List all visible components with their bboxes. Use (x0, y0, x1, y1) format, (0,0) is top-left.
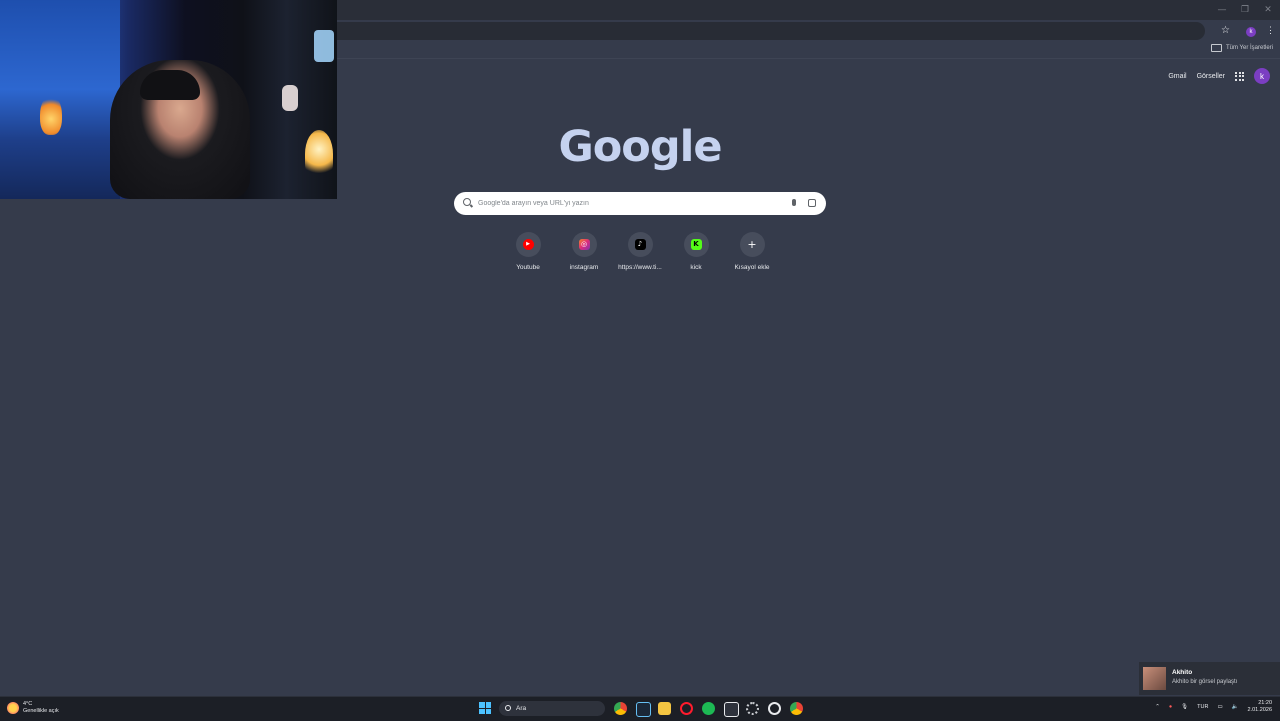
shortcut-tiktok[interactable]: ♪ https://www.ti... (612, 232, 668, 271)
images-link[interactable]: Görseller (1197, 73, 1225, 80)
webcam-lamp (305, 130, 333, 178)
microphone-icon[interactable]: 🎙 (1181, 704, 1188, 710)
shortcut-instagram[interactable]: ◎ instagram (556, 232, 612, 271)
taskbar: 4°C Genellikle açık Ara ⌃ ● 🎙 TUR ▭ 🔈 21… (0, 696, 1280, 721)
notification-toast[interactable]: Akhito Akhito bir görsel paylaştı (1139, 662, 1280, 695)
shortcut-label: instagram (569, 264, 599, 271)
search-icon (505, 705, 511, 711)
gmail-link[interactable]: Gmail (1168, 73, 1186, 80)
shortcut-label: https://www.ti... (618, 264, 662, 271)
clock-time: 21:20 (1258, 700, 1272, 706)
taskbar-search[interactable]: Ara (499, 701, 605, 716)
weather-icon (7, 702, 19, 714)
weather-desc: Genellikle açık (23, 708, 59, 714)
shortcut-tile: ▶ (515, 232, 541, 257)
instagram-icon: ◎ (578, 239, 590, 250)
account-avatar[interactable]: k (1254, 68, 1270, 84)
shortcut-label: Kısayol ekle (734, 264, 770, 271)
google-logo: Google (558, 122, 722, 172)
menu-kebab-icon[interactable]: ⋮ (1266, 25, 1275, 36)
close-icon[interactable]: ✕ (1261, 3, 1275, 17)
steam-icon[interactable] (636, 702, 651, 717)
google-lens-icon[interactable] (808, 199, 816, 207)
google-apps-icon[interactable] (1235, 71, 1244, 81)
taskbar-search-label: Ara (516, 705, 527, 712)
shortcut-kick[interactable]: K kick (668, 232, 724, 271)
clock-date: 2.01.2026 (1247, 707, 1272, 713)
shortcut-tile: ◎ (571, 232, 597, 257)
tiktok-icon: ♪ (634, 239, 646, 250)
webcam-campfire (40, 95, 62, 135)
opera-icon[interactable] (680, 702, 693, 715)
spotify-icon[interactable] (702, 702, 715, 715)
weather-temp: 4°C (23, 701, 33, 707)
shortcut-tile: K (683, 232, 709, 257)
chevron-up-icon[interactable]: ⌃ (1155, 704, 1160, 710)
shortcut-tile: + (739, 232, 765, 257)
youtube-icon: ▶ (522, 239, 534, 250)
search-box[interactable] (454, 192, 826, 215)
kick-icon: K (690, 239, 702, 250)
system-tray: ⌃ ● 🎙 TUR ▭ 🔈 21:20 2.01.2026 (1155, 700, 1272, 714)
shortcut-youtube[interactable]: ▶ Youtube (500, 232, 556, 271)
app-window-icon[interactable] (724, 702, 739, 717)
webcam-person-hair (140, 70, 200, 100)
address-bar[interactable] (300, 22, 1205, 40)
notification-title: Akhito (1172, 669, 1193, 676)
shortcut-label: kick (690, 264, 702, 271)
webcam-figurine (282, 85, 298, 111)
profile-avatar[interactable]: k (1246, 27, 1256, 37)
restore-icon[interactable]: ❐ (1238, 3, 1252, 17)
webcam-background-art (0, 0, 120, 199)
shortcut-add[interactable]: + Kısayol ekle (724, 232, 780, 271)
search-icon (463, 198, 471, 206)
add-icon: + (747, 238, 757, 251)
volume-icon[interactable]: 🔈 (1232, 704, 1239, 710)
file-explorer-icon[interactable] (658, 702, 671, 715)
chrome-icon[interactable] (614, 702, 627, 715)
start-button[interactable] (479, 702, 491, 714)
shortcut-tile: ♪ (627, 232, 653, 257)
language-indicator[interactable]: TUR (1197, 704, 1208, 710)
tray-app-icon[interactable]: ● (1169, 704, 1172, 710)
settings-icon[interactable] (746, 702, 759, 715)
obs-icon[interactable] (768, 702, 781, 715)
microphone-icon[interactable] (792, 199, 796, 206)
notification-thumbnail (1143, 667, 1166, 690)
clock[interactable]: 21:20 2.01.2026 (1248, 700, 1272, 714)
weather-text: 4°C Genellikle açık (23, 701, 59, 715)
search-input[interactable] (478, 197, 778, 210)
all-bookmarks-label: Tüm Yer İşaretleri (1225, 45, 1273, 51)
chrome-profile-icon[interactable] (790, 702, 803, 715)
shortcut-label: Youtube (516, 264, 540, 271)
notification-text: Akhito bir görsel paylaştı (1172, 679, 1238, 685)
bookmark-star-icon[interactable]: ☆ (1221, 25, 1230, 36)
all-bookmarks-button[interactable]: Tüm Yer İşaretleri (1210, 44, 1273, 52)
folder-icon (1210, 44, 1222, 52)
display-icon[interactable]: ▭ (1217, 704, 1222, 710)
weather-widget[interactable]: 4°C Genellikle açık (7, 701, 59, 715)
minimize-icon[interactable]: — (1215, 3, 1229, 17)
webcam-overlay (0, 0, 337, 199)
ntp-top-links: Gmail Görseller k (1168, 68, 1270, 84)
webcam-neon-sign (314, 30, 334, 62)
